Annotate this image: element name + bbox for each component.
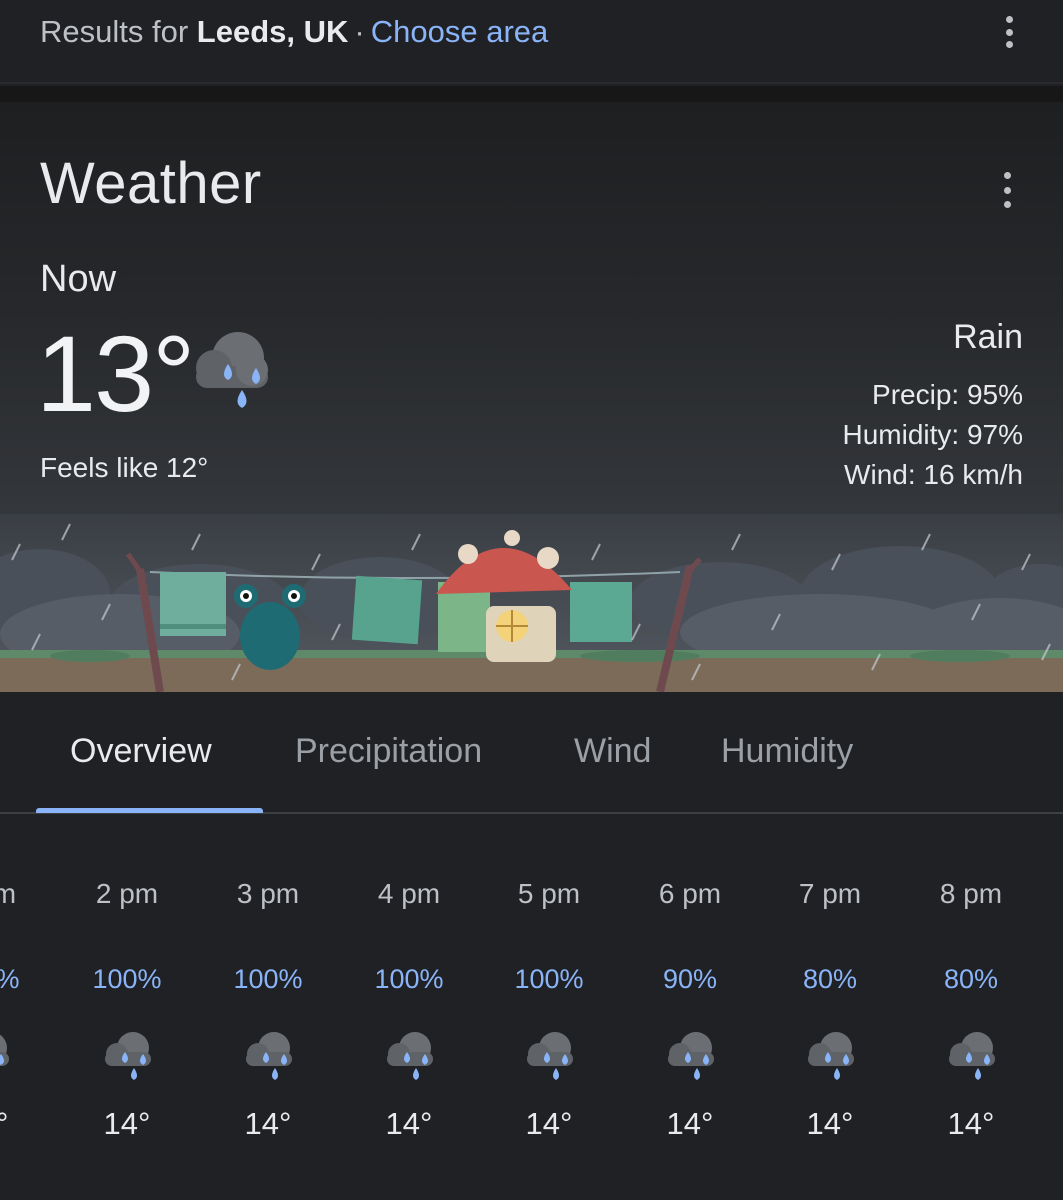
hour-temperature: 14° <box>525 1106 573 1141</box>
location-name: Leeds, UK <box>196 14 349 49</box>
tab-wind[interactable]: Wind <box>574 732 651 771</box>
condition-text: Rain <box>953 318 1023 356</box>
rain-cloud-icon <box>808 1032 854 1080</box>
card-title: Weather <box>40 151 262 216</box>
hourly-forecast[interactable]: 1 pm 100% 14° 2 pm 100% 14° 3 pm 100% 14… <box>0 814 1063 1200</box>
hour-temperature: 14° <box>947 1106 995 1141</box>
hour-precip: 90% <box>662 964 718 994</box>
rain-cloud-icon <box>105 1032 151 1080</box>
rain-cloud-icon <box>0 1034 9 1066</box>
results-location-line: Results for Leeds, UK · Choose area <box>40 14 548 50</box>
rain-cloud-icon <box>246 1032 292 1080</box>
results-bar: Results for Leeds, UK · Choose area <box>0 0 1063 84</box>
hour-temperature: 14° <box>103 1106 151 1141</box>
hour-time: 2 pm <box>95 878 159 909</box>
tab-humidity[interactable]: Humidity <box>721 732 853 771</box>
rain-cloud-icon <box>387 1032 433 1080</box>
card-more-options-icon[interactable] <box>1001 172 1013 208</box>
tab-overview[interactable]: Overview <box>70 732 212 771</box>
weather-illustration <box>0 514 1063 692</box>
hour-time: 5 pm <box>517 878 581 909</box>
hour-temperature: 14° <box>806 1106 854 1141</box>
active-tab-indicator <box>36 808 263 813</box>
hour-precip: 100% <box>514 964 584 994</box>
hour-time: 1 pm <box>0 878 17 909</box>
hour-time: 6 pm <box>658 878 722 909</box>
rain-cloud-icon <box>196 332 268 408</box>
hour-precip: 100% <box>0 964 55 995</box>
humidity-value: Humidity: 97% <box>842 419 1023 450</box>
hour-precip: 100% <box>92 964 162 994</box>
precip-value: Precip: 95% <box>872 379 1023 410</box>
now-label: Now <box>40 258 117 300</box>
weather-hero: Weather Now 13° Feels like 12° Rain Prec… <box>0 102 1063 692</box>
section-divider <box>0 86 1063 102</box>
hour-temperature: 14° <box>385 1106 433 1141</box>
more-options-icon[interactable] <box>1003 16 1015 48</box>
choose-area-link[interactable]: Choose area <box>371 14 549 49</box>
hour-precip: 80% <box>802 964 858 994</box>
wind-value: Wind: 16 km/h <box>844 459 1023 490</box>
hour-temperature: 14° <box>0 1106 9 1141</box>
current-temperature: 13° <box>36 313 195 434</box>
weather-card: Weather Now 13° Feels like 12° Rain Prec… <box>0 102 1063 1200</box>
hour-time: 8 pm <box>939 878 1003 909</box>
hour-precip: 100% <box>233 964 303 994</box>
hour-precip: 100% <box>374 964 444 994</box>
results-prefix: Results for <box>40 14 189 49</box>
rain-cloud-icon <box>668 1032 714 1080</box>
hour-temperature: 14° <box>666 1106 714 1141</box>
separator: · <box>354 14 365 49</box>
tab-precipitation[interactable]: Precipitation <box>295 732 482 771</box>
feels-like: Feels like 12° <box>40 452 209 483</box>
weather-tabs: Overview Precipitation Wind Humidity <box>0 692 1063 814</box>
hour-precip: 80% <box>943 964 999 994</box>
hour-temperature: 14° <box>244 1106 292 1141</box>
hour-time: 3 pm <box>236 878 300 909</box>
hour-time: 7 pm <box>798 878 862 909</box>
rain-cloud-icon <box>527 1032 573 1080</box>
rain-cloud-icon <box>949 1032 995 1080</box>
hour-time: 4 pm <box>377 878 441 909</box>
conditions-summary: Rain Precip: 95% Humidity: 97% Wind: 16 … <box>842 318 1023 495</box>
